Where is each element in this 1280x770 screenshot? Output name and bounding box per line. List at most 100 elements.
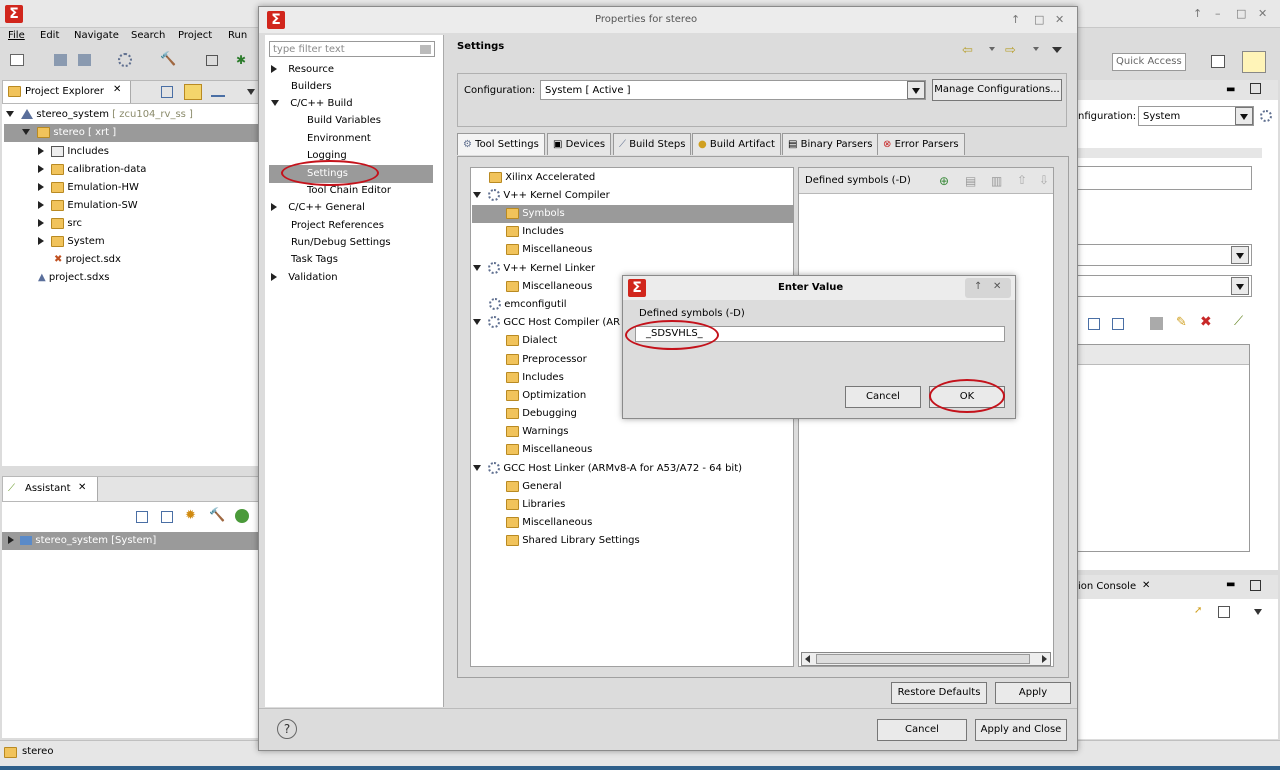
delete-icon[interactable]: ▤ <box>965 174 976 188</box>
tree-item[interactable]: ▲ project.sdxs <box>38 269 109 287</box>
menu-search[interactable]: Search <box>131 30 165 41</box>
tool-tree-item[interactable]: Optimization <box>506 387 586 405</box>
nav-item-cpp-general[interactable]: C/C++ General <box>271 199 365 217</box>
close-tab-icon[interactable]: ✕ <box>78 482 86 493</box>
link-editor-icon[interactable] <box>184 84 202 100</box>
tool-tree-item[interactable]: Miscellaneous <box>506 441 592 459</box>
move-up-icon[interactable]: ⇧ <box>1017 173 1027 187</box>
close-icon[interactable]: ✕ <box>1258 7 1267 20</box>
nav-item-validation[interactable]: Validation <box>271 269 338 287</box>
build-hammer-icon[interactable]: 🔨 <box>209 508 225 523</box>
expand-icon[interactable] <box>38 219 44 227</box>
collapse-icon[interactable] <box>1088 318 1100 330</box>
expand-icon[interactable] <box>6 111 14 117</box>
open-perspective-icon[interactable] <box>1211 55 1225 68</box>
minimize-view-icon[interactable]: ▬ <box>1226 579 1235 590</box>
focus-icon[interactable] <box>211 86 225 97</box>
apply-and-close-button[interactable]: Apply and Close <box>975 719 1067 741</box>
pointer-icon[interactable]: ➚ <box>1194 605 1202 616</box>
right-select-2[interactable] <box>1076 275 1252 297</box>
expand-icon[interactable] <box>473 265 481 271</box>
restore-icon[interactable]: □ <box>1236 7 1246 20</box>
tool-tree-item[interactable]: Miscellaneous <box>506 241 592 259</box>
close-tab-icon[interactable]: ✕ <box>113 84 121 95</box>
horizontal-scrollbar[interactable] <box>801 652 1051 666</box>
tool-tree-item[interactable]: Xilinx Accelerated <box>489 169 595 187</box>
tool-tree-item[interactable]: General <box>506 478 562 496</box>
expand-icon[interactable] <box>271 100 279 106</box>
view-menu-icon[interactable] <box>1052 47 1062 53</box>
run-icon[interactable] <box>235 509 249 523</box>
tool-tree-item[interactable]: Miscellaneous <box>506 514 592 532</box>
right-select-1[interactable] <box>1076 244 1252 266</box>
close-icon[interactable]: ✕ <box>993 281 1001 292</box>
tree-item[interactable]: calibration-data <box>38 161 146 179</box>
back-icon[interactable]: ⇦ <box>962 43 973 58</box>
tree-item[interactable]: src <box>38 215 82 233</box>
project-explorer-tab[interactable]: Project Explorer ✕ <box>3 81 131 103</box>
expand-icon[interactable] <box>38 237 44 245</box>
scroll-right-icon[interactable] <box>1042 655 1047 663</box>
back-menu-icon[interactable] <box>989 47 995 51</box>
hammer-icon[interactable]: 🔨 <box>160 52 176 67</box>
copy-icon[interactable] <box>1218 606 1230 618</box>
tab-binary-parsers[interactable]: ▤ Binary Parsers <box>782 133 879 155</box>
quick-access-field[interactable]: Quick Access <box>1112 53 1186 71</box>
forward-menu-icon[interactable] <box>1033 47 1039 51</box>
filter-input[interactable]: type filter text <box>269 41 435 57</box>
right-config-select[interactable]: System <box>1138 106 1254 126</box>
expand-icon[interactable] <box>473 465 481 471</box>
expand-icon[interactable] <box>271 203 277 211</box>
assistant-tab[interactable]: ⟋ Assistant ✕ <box>3 477 98 501</box>
enter-value-cancel-button[interactable]: Cancel <box>845 386 921 408</box>
dropdown-arrow-icon[interactable] <box>1235 107 1253 125</box>
tree-root-row[interactable]: stereo_system [ zcu104_rv_ss ] <box>6 106 193 124</box>
tab-devices[interactable]: ▣ Devices <box>547 133 612 155</box>
tool-tree-item[interactable]: emconfigutil <box>489 296 567 314</box>
expand-icon[interactable] <box>1112 318 1124 330</box>
tab-tool-settings[interactable]: ⚙ Tool Settings <box>457 133 545 155</box>
apply-button[interactable]: Apply <box>995 682 1071 704</box>
maximize-icon[interactable]: ↑ <box>974 281 982 292</box>
debug-icon[interactable]: ✱ <box>236 53 246 67</box>
close-tab-icon[interactable]: ✕ <box>1142 580 1150 591</box>
tree-item[interactable]: System <box>38 233 105 251</box>
menu-run[interactable]: Run <box>228 30 247 41</box>
tree-item[interactable]: Emulation-SW <box>38 197 138 215</box>
settings-icon[interactable] <box>1260 110 1272 122</box>
expand-icon[interactable] <box>38 165 44 173</box>
forward-icon[interactable]: ⇨ <box>1005 43 1016 58</box>
nav-item-task-tags[interactable]: Task Tags <box>291 251 338 269</box>
tree-item[interactable]: Includes <box>38 143 109 161</box>
restore-defaults-button[interactable]: Restore Defaults <box>891 682 987 704</box>
menu-project[interactable]: Project <box>178 30 212 41</box>
tab-build-artifact[interactable]: ● Build Artifact <box>692 133 781 155</box>
wand-icon[interactable]: ✎ <box>1176 315 1187 330</box>
view-menu-icon[interactable] <box>247 89 255 95</box>
close-icon[interactable]: ✕ <box>1055 13 1064 26</box>
scroll-left-icon[interactable] <box>805 655 810 663</box>
right-field[interactable] <box>1076 166 1252 190</box>
tab-build-steps[interactable]: ⟋ Build Steps <box>613 133 692 155</box>
help-button[interactable]: ? <box>277 719 297 739</box>
clear-filter-icon[interactable] <box>420 45 431 54</box>
tool-tree-item[interactable]: Warnings <box>506 423 569 441</box>
tree-item[interactable]: ✖ project.sdx <box>54 251 121 269</box>
dropdown-arrow-icon[interactable] <box>907 81 925 99</box>
expand-icon[interactable] <box>271 273 277 281</box>
nav-item-environment[interactable]: Environment <box>307 130 371 148</box>
tree-item[interactable]: Emulation-HW <box>38 179 139 197</box>
tool-tree-item[interactable]: GCC Host Compiler (AR <box>473 314 620 332</box>
tool-tree-item[interactable]: Includes <box>506 223 564 241</box>
collapse-all-icon[interactable] <box>161 86 173 98</box>
save-icon[interactable] <box>54 54 67 66</box>
view-menu-icon[interactable] <box>1254 609 1262 615</box>
tool-tree-item[interactable]: Dialect <box>506 332 557 350</box>
expand-icon[interactable] <box>22 129 30 135</box>
tree-project-row[interactable]: stereo [ xrt ] <box>4 124 260 142</box>
expand-icon[interactable] <box>38 201 44 209</box>
expand-icon[interactable] <box>38 147 44 155</box>
tool-tree-item[interactable]: V++ Kernel Compiler <box>473 187 610 205</box>
build-config-icon[interactable] <box>118 53 132 67</box>
expand-icon[interactable] <box>473 192 481 198</box>
